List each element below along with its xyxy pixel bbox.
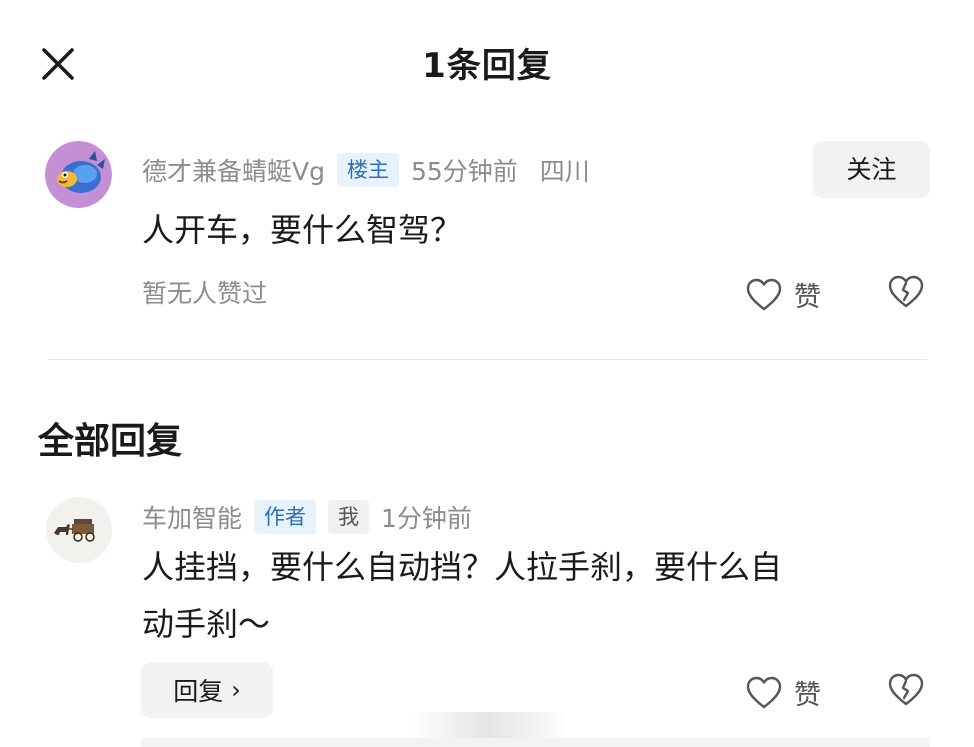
reply-author-name[interactable]: 车加智能 xyxy=(142,499,242,535)
comment-text: 人开车，要什么智驾？ xyxy=(142,211,463,249)
reply-like-button[interactable]: 赞 xyxy=(746,673,821,712)
broken-heart-icon xyxy=(888,673,924,706)
op-badge: 楼主 xyxy=(336,153,399,187)
reply-timestamp: 1分钟前 xyxy=(381,504,472,533)
reply-button[interactable]: 回复 › xyxy=(141,662,273,718)
reply-meta: 车加智能 作者 我 1分钟前 xyxy=(142,497,494,537)
reply-text-line2: 动手刹～ xyxy=(142,605,271,643)
follow-button[interactable]: 关注 xyxy=(813,141,930,198)
page-title: 1条回复 xyxy=(422,46,552,86)
heart-outline-icon xyxy=(746,278,782,310)
reply-detail-page: 1条回复 德才兼备蜻蜓Vg 楼主 55分钟前 四川 关注 人开车，要什么智驾？ … xyxy=(0,0,974,747)
me-badge: 我 xyxy=(328,500,370,534)
avatar[interactable] xyxy=(45,141,112,208)
pufferfish-avatar-icon xyxy=(45,141,112,208)
timestamp: 55分钟前 xyxy=(410,157,518,186)
reply-avatar[interactable] xyxy=(46,497,112,563)
location: 四川 xyxy=(539,157,590,186)
heart-outline-icon xyxy=(746,676,782,708)
watermark xyxy=(410,712,570,738)
input-bar-edge xyxy=(141,738,930,747)
dislike-button[interactable] xyxy=(888,275,924,309)
horse-carriage-avatar-icon xyxy=(46,497,112,563)
reply-button-label: 回复 xyxy=(173,677,224,706)
comment-meta: 德才兼备蜻蜓Vg 楼主 55分钟前 四川 xyxy=(142,150,590,190)
reply-dislike-button[interactable] xyxy=(888,673,924,707)
author-name[interactable]: 德才兼备蜻蜓Vg xyxy=(142,152,325,188)
like-button[interactable]: 赞 xyxy=(746,275,821,314)
like-label: 赞 xyxy=(794,282,821,313)
divider xyxy=(48,359,927,360)
likes-status: 暂无人赞过 xyxy=(142,279,268,308)
reply-like-label: 赞 xyxy=(794,680,821,711)
broken-heart-icon xyxy=(888,275,924,308)
section-title: 全部回复 xyxy=(38,421,183,462)
reply-text-line1: 人挂挡，要什么自动挡？人拉手刹，要什么自 xyxy=(142,548,783,586)
author-badge: 作者 xyxy=(254,500,317,534)
chevron-right-icon: › xyxy=(231,676,241,704)
